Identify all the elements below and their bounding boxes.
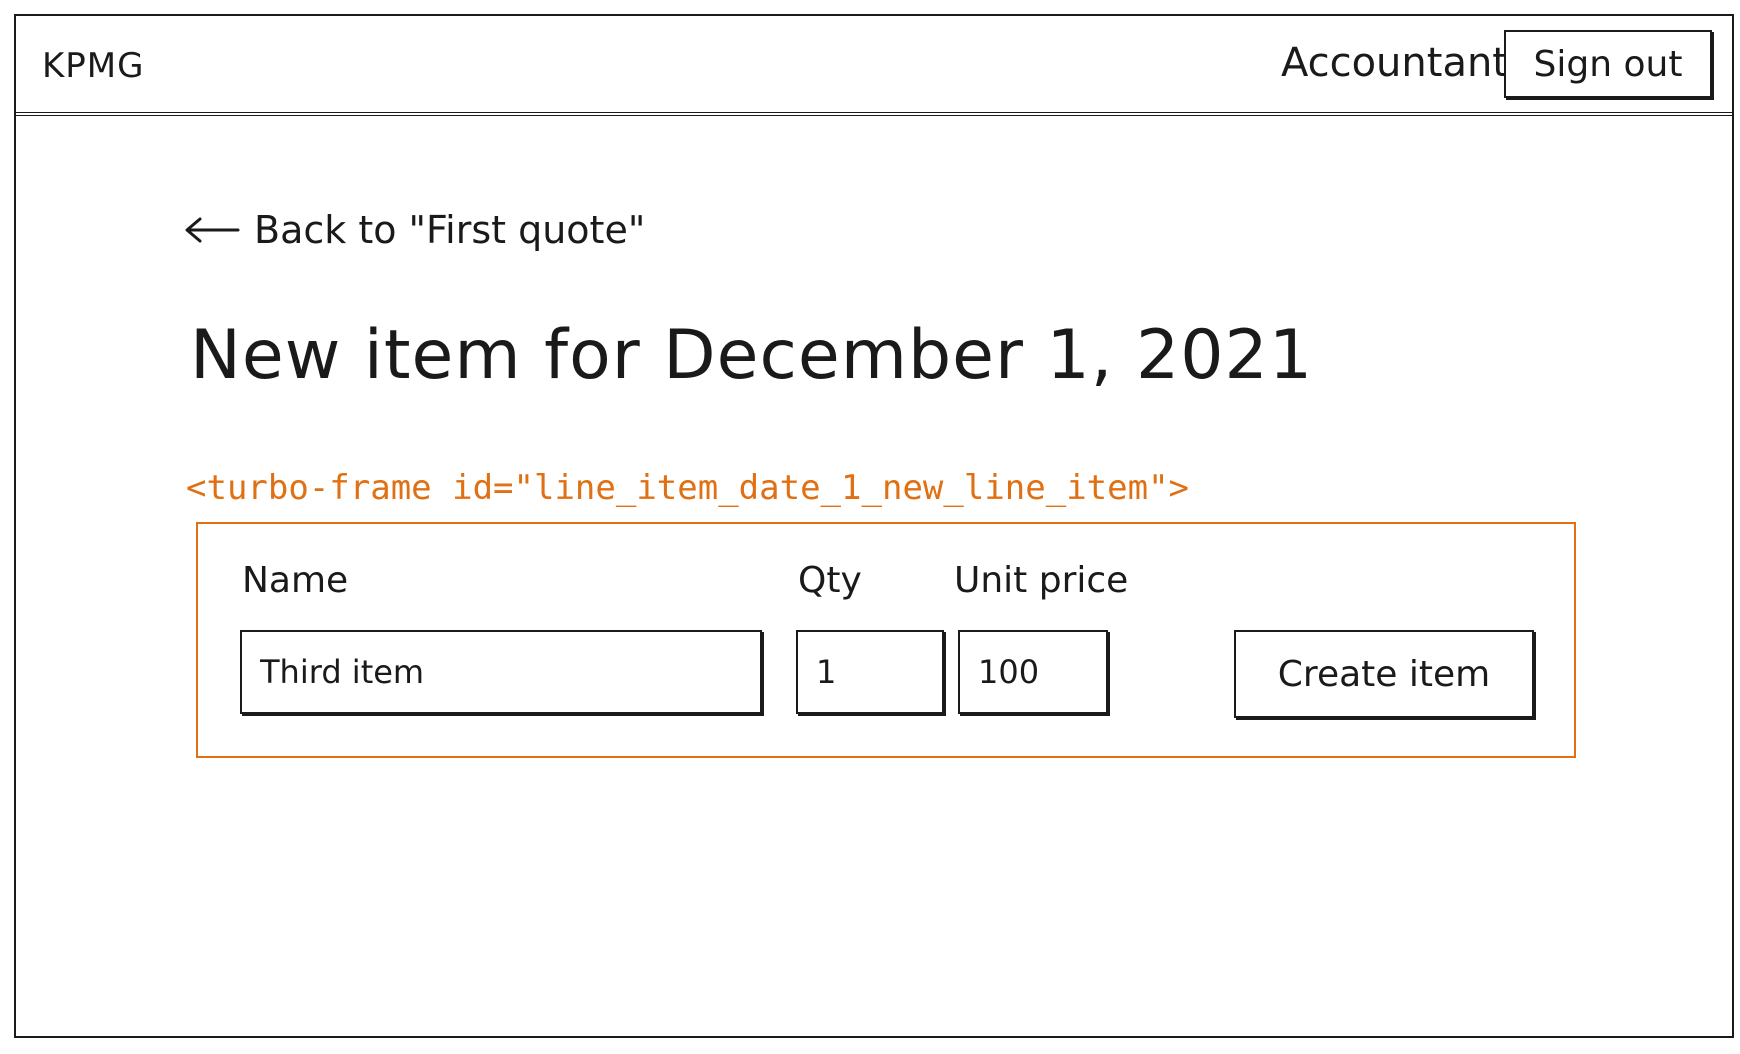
unit-price-input[interactable] [958, 630, 1108, 714]
create-item-button[interactable]: Create item [1234, 630, 1534, 718]
turbo-frame-region: Name Qty Unit price Create item [196, 522, 1576, 758]
qty-input[interactable] [796, 630, 944, 714]
top-navbar: KPMG Accountant Sign out [16, 16, 1732, 116]
arrow-left-icon [184, 216, 240, 244]
account-name: Accountant [1280, 40, 1508, 86]
unit-price-label: Unit price [954, 560, 1129, 601]
name-input[interactable] [240, 630, 762, 714]
sign-out-button[interactable]: Sign out [1504, 30, 1712, 98]
name-label: Name [242, 560, 349, 601]
back-link-label: Back to "First quote" [254, 208, 646, 252]
app-window: KPMG Accountant Sign out Back to "First … [14, 14, 1734, 1038]
turbo-frame-annotation: <turbo-frame id="line_item_date_1_new_li… [186, 468, 1190, 508]
back-link[interactable]: Back to "First quote" [184, 208, 645, 252]
brand-logo[interactable]: KPMG [42, 46, 144, 86]
page-title: New item for December 1, 2021 [190, 316, 1314, 395]
qty-label: Qty [798, 560, 862, 601]
